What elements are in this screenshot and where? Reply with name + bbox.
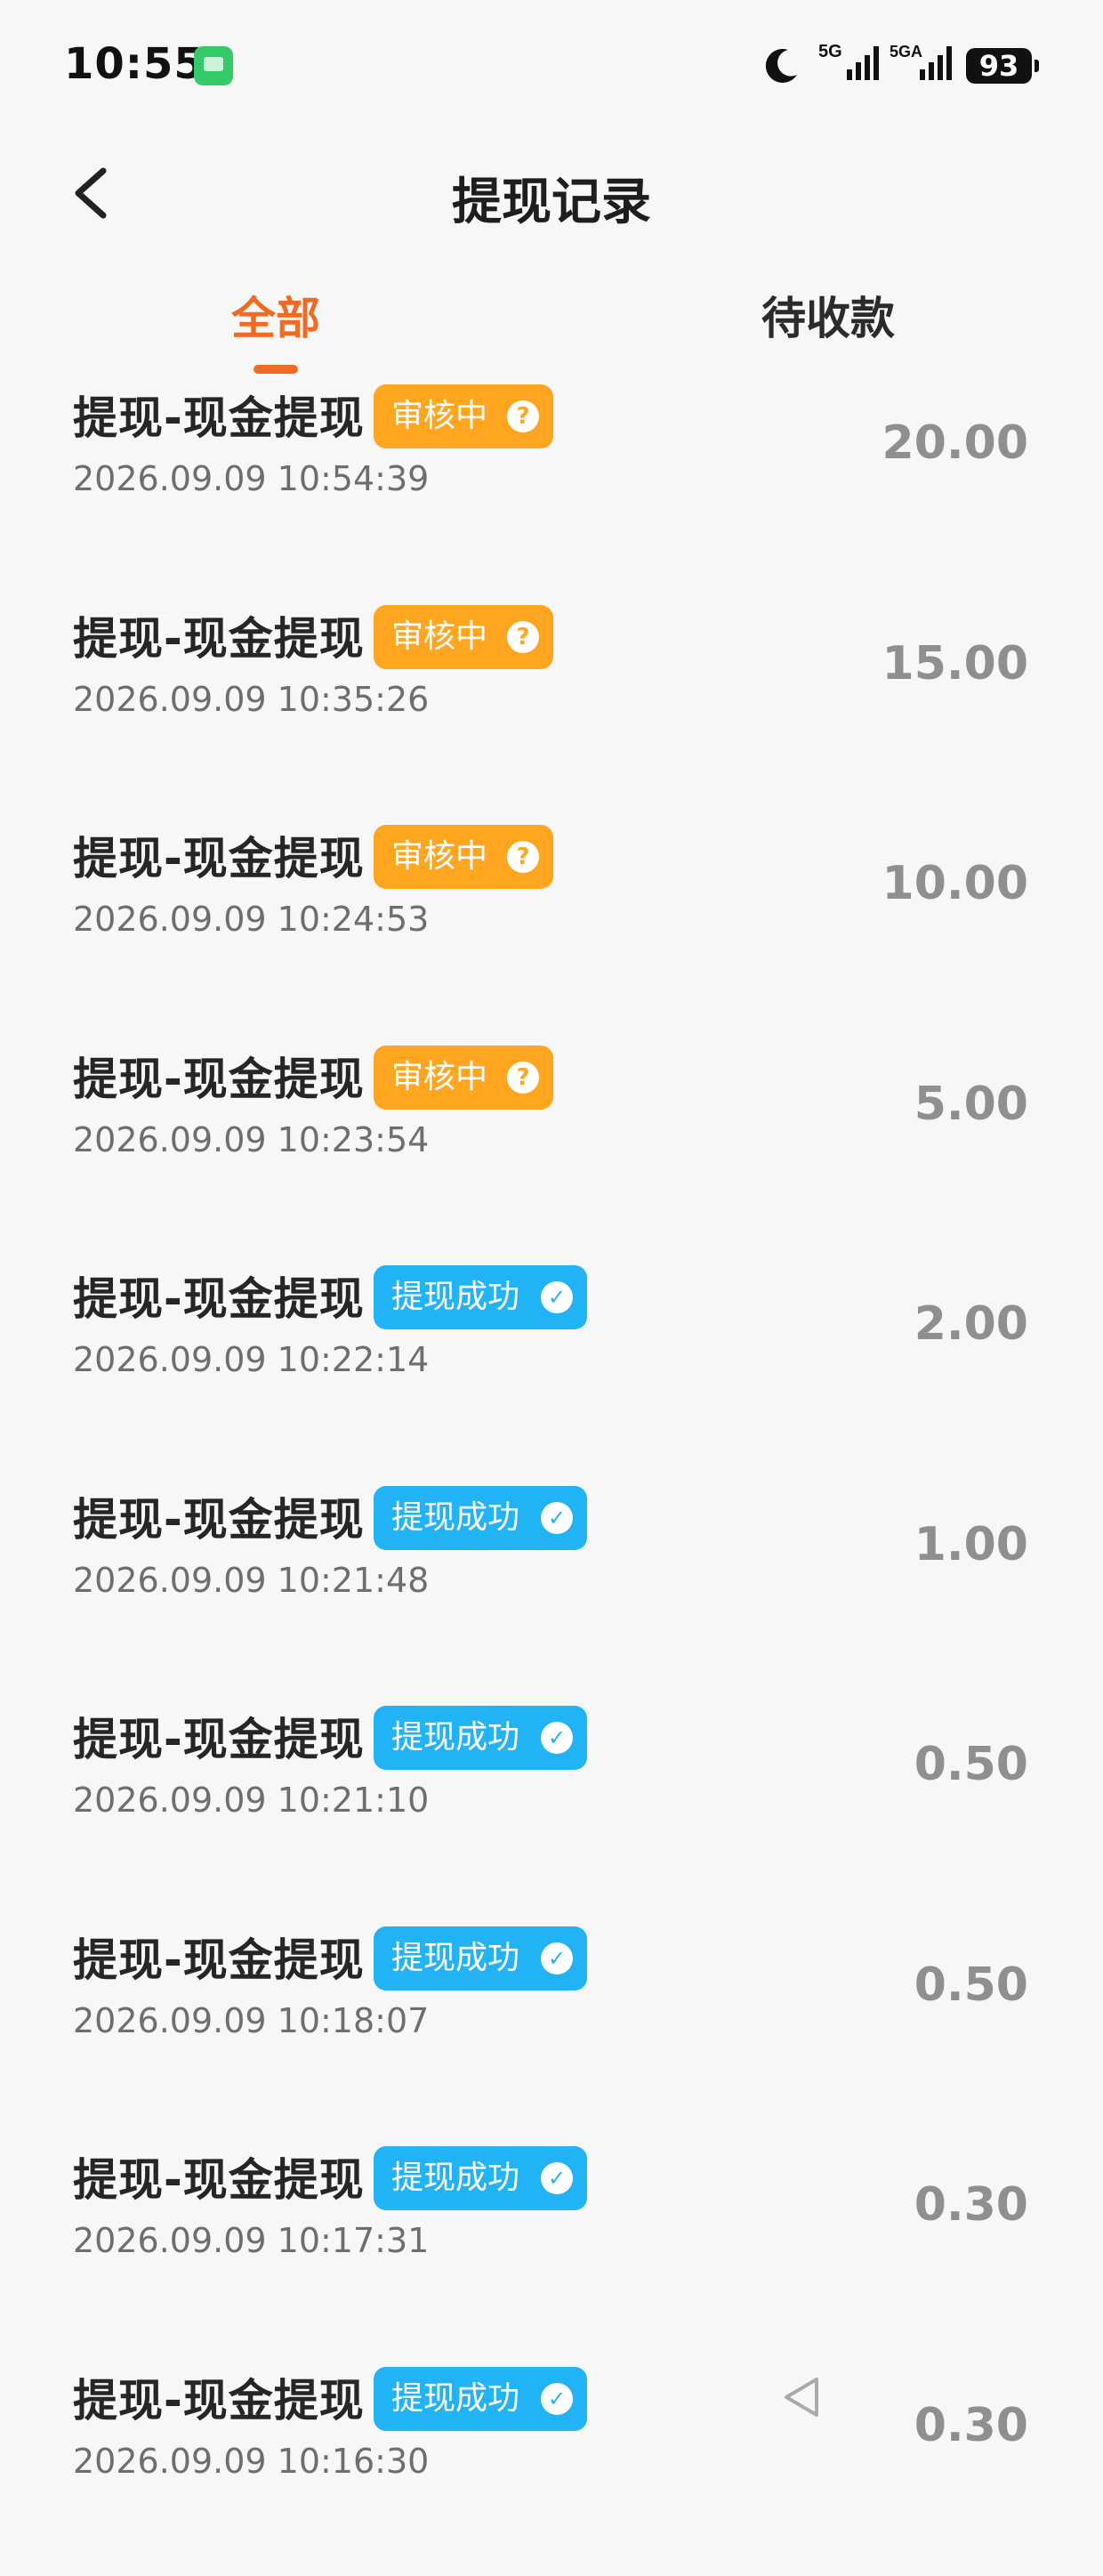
status-badge[interactable]: 审核中?	[374, 1046, 553, 1110]
status-badge[interactable]: 提现成功 ✓	[374, 1265, 587, 1329]
status-badge[interactable]: 提现成功 ✓	[374, 2367, 587, 2431]
record-time: 2026.09.09 10:21:48	[73, 1561, 429, 1600]
list-item[interactable]: 提现-现金提现提现成功 ✓ 2026.09.09 10:22:14 2.00	[0, 1255, 1103, 1475]
record-time: 2026.09.09 10:21:10	[73, 1781, 429, 1820]
status-badge[interactable]: 审核中?	[374, 384, 553, 448]
record-amount: 20.00	[882, 416, 1028, 470]
status-label: 提现成功	[391, 1499, 519, 1536]
status-badge[interactable]: 审核中?	[374, 605, 553, 669]
record-amount: 10.00	[882, 857, 1028, 910]
record-amount: 0.30	[914, 2399, 1028, 2452]
list-item[interactable]: 提现-现金提现提现成功 ✓ 2026.09.09 10:21:48 1.00	[0, 1475, 1103, 1696]
status-badge[interactable]: 审核中?	[374, 825, 553, 889]
list-item[interactable]: 提现-现金提现审核中? 2026.09.09 10:23:54 5.00	[0, 1035, 1103, 1256]
question-icon: ?	[507, 400, 539, 432]
withdrawal-record-list: 提现-现金提现审核中?2026.09.09 10:54:3920.00提现-现金…	[0, 374, 1103, 2576]
list-item[interactable]: 提现-现金提现提现成功 ✓ 2026.09.09 10:18:07 0.50	[0, 1916, 1103, 2136]
record-time: 2026.09.09 10:18:07	[73, 2001, 429, 2040]
status-label: 提现成功	[391, 1940, 519, 1976]
status-label: 提现成功	[391, 2380, 519, 2417]
list-item[interactable]: 提现-现金提现提现成功 ✓ 2026.09.09 10:17:31 0.30	[0, 2136, 1103, 2356]
record-title: 提现-现金提现	[73, 2365, 365, 2429]
record-amount: 0.50	[914, 1738, 1028, 1791]
list-item[interactable]: 提现-现金提现提现成功 ✓ 2026.09.09 10:16:30 0.30	[0, 2356, 1103, 2576]
record-title: 提现-现金提现	[73, 823, 365, 887]
wechat-icon: ✓	[541, 1281, 573, 1313]
signal-5ga-icon: 5GA	[890, 39, 970, 89]
system-back-icon[interactable]	[779, 2374, 825, 2420]
record-amount: 0.50	[914, 1958, 1028, 2012]
tab-pending-payment[interactable]: 待收款	[761, 283, 895, 347]
record-title: 提现-现金提现	[73, 1044, 365, 1108]
status-time: 10:55	[64, 39, 205, 89]
record-title: 提现-现金提现	[73, 1484, 365, 1548]
list-item[interactable]: 提现-现金提现审核中? 2026.09.09 10:54:39 20.00	[0, 374, 1103, 594]
status-label: 提现成功	[391, 1719, 519, 1756]
wechat-icon: ✓	[541, 2383, 573, 2415]
list-item[interactable]: 提现-现金提现审核中? 2026.09.09 10:35:26 15.00	[0, 594, 1103, 815]
wechat-icon: ✓	[541, 1722, 573, 1754]
record-amount: 2.00	[914, 1297, 1028, 1351]
active-tab-indicator	[254, 365, 298, 374]
wechat-icon: ✓	[541, 1942, 573, 1974]
status-bar: 10:55 5G 5GA 93	[0, 0, 1103, 133]
status-label: 审核中	[391, 618, 487, 655]
record-title: 提现-现金提现	[73, 2144, 365, 2209]
record-time: 2026.09.09 10:22:14	[73, 1340, 429, 1379]
question-icon: ?	[507, 1062, 539, 1094]
signal-5ga-label: 5GA	[890, 43, 922, 61]
record-time: 2026.09.09 10:16:30	[73, 2442, 429, 2481]
battery-indicator: 93	[966, 48, 1032, 84]
page-title: 提现记录	[0, 162, 1103, 234]
wechat-icon: ✓	[541, 2162, 573, 2194]
record-amount: 5.00	[914, 1078, 1028, 1131]
wechat-icon: ✓	[541, 1502, 573, 1534]
signal-5g-label: 5G	[818, 42, 842, 61]
question-icon: ?	[507, 841, 539, 873]
message-app-icon	[194, 46, 233, 85]
record-amount: 0.30	[914, 2178, 1028, 2232]
status-badge[interactable]: 提现成功 ✓	[374, 2146, 587, 2210]
status-label: 提现成功	[391, 2160, 519, 2196]
record-title: 提现-现金提现	[73, 1925, 365, 1989]
signal-5g-icon: 5G	[817, 39, 897, 89]
record-time: 2026.09.09 10:17:31	[73, 2221, 429, 2260]
record-title: 提现-现金提现	[73, 1264, 365, 1328]
record-time: 2026.09.09 10:35:26	[73, 680, 429, 719]
record-time: 2026.09.09 10:54:39	[73, 459, 429, 498]
status-badge[interactable]: 提现成功 ✓	[374, 1486, 587, 1550]
list-item[interactable]: 提现-现金提现提现成功 ✓ 2026.09.09 10:21:10 0.50	[0, 1695, 1103, 1916]
status-badge[interactable]: 提现成功 ✓	[374, 1706, 587, 1770]
record-title: 提现-现金提现	[73, 603, 365, 667]
record-amount: 1.00	[914, 1518, 1028, 1571]
record-time: 2026.09.09 10:24:53	[73, 900, 429, 939]
record-title: 提现-现金提现	[73, 383, 365, 447]
question-icon: ?	[507, 621, 539, 653]
record-title: 提现-现金提现	[73, 1704, 365, 1768]
status-label: 审核中	[391, 1059, 487, 1095]
do-not-disturb-moon-icon	[761, 46, 801, 85]
list-item[interactable]: 提现-现金提现审核中? 2026.09.09 10:24:53 10.00	[0, 814, 1103, 1035]
record-amount: 15.00	[882, 637, 1028, 690]
status-badge[interactable]: 提现成功 ✓	[374, 1926, 587, 1991]
status-label: 提现成功	[391, 1279, 519, 1315]
status-label: 审核中	[391, 838, 487, 875]
tab-all[interactable]: 全部	[231, 283, 320, 347]
status-label: 审核中	[391, 398, 487, 434]
record-time: 2026.09.09 10:23:54	[73, 1120, 429, 1159]
